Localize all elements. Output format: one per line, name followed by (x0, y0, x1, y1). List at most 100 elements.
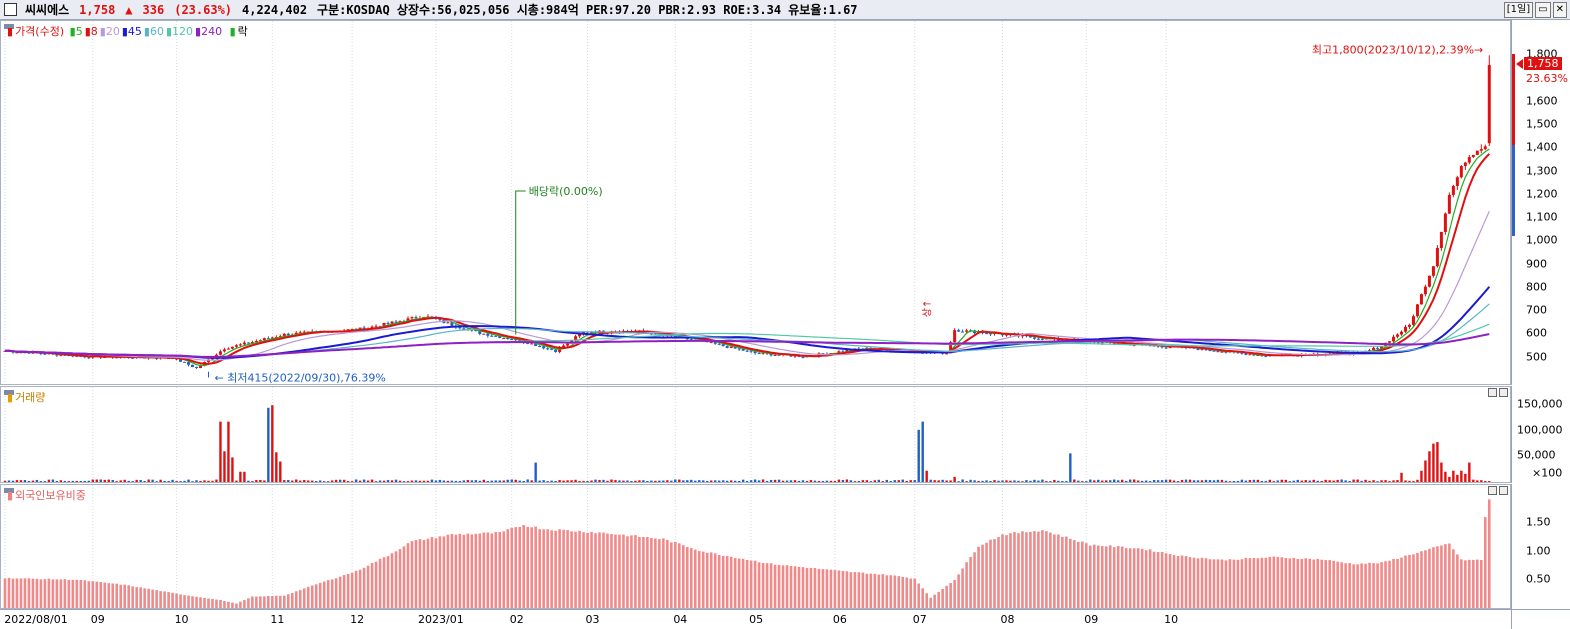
foreign-bar (227, 601, 230, 608)
volume-bar (534, 462, 537, 482)
volume-bar (470, 480, 474, 482)
foreign-bar (474, 533, 478, 608)
volume-tick-label: 100,000 (1517, 423, 1563, 437)
volume-bar (203, 480, 206, 482)
foreign-bar (434, 538, 438, 608)
volume-bar (291, 480, 294, 482)
volume-bar (1132, 479, 1136, 482)
foreign-bar (482, 532, 486, 608)
volume-bar (1121, 479, 1124, 482)
volume-bar (674, 479, 677, 482)
volume-bar (1256, 479, 1260, 482)
foreign-bar (546, 529, 549, 608)
candle (1483, 144, 1487, 151)
period-button[interactable]: [1일] (1503, 2, 1534, 18)
volume-bar (187, 479, 190, 482)
volume-bar (1025, 480, 1028, 482)
foreign-bar (1256, 558, 1260, 608)
volume-bar (119, 480, 122, 482)
foreign-bar (127, 585, 130, 608)
foreign-bar (211, 598, 214, 608)
volume-bar (901, 479, 904, 482)
foreign-bar (562, 529, 565, 608)
price-tick-label: 1,400 (1526, 140, 1558, 154)
foreign-bar (550, 530, 553, 608)
volume-bar (430, 479, 434, 482)
volume-bar (1144, 480, 1148, 482)
volume-bar (490, 480, 493, 482)
foreign-bar (1156, 552, 1160, 608)
foreign-bar (1396, 558, 1399, 608)
volume-bar (550, 480, 553, 482)
candle (1435, 245, 1439, 268)
foreign-bar (1356, 564, 1359, 608)
volume-bar (1172, 480, 1176, 482)
volume-bar (670, 480, 673, 482)
volume-bar (1288, 481, 1291, 482)
volume-bar (1117, 480, 1120, 482)
volume-bar (1272, 481, 1276, 482)
foreign-bar (410, 541, 414, 608)
panel-minimize-icon[interactable] (1488, 486, 1497, 495)
foreign-legend: ▮ 외국인보유비중 (7, 489, 86, 502)
foreign-bar (701, 551, 705, 608)
foreign-bar (721, 555, 725, 608)
minimize-icon[interactable]: ▭ (1535, 2, 1551, 18)
volume-bar (570, 480, 573, 482)
panel-close-icon[interactable] (1499, 486, 1508, 495)
volume-bar (805, 481, 809, 482)
panel-minimize-icon[interactable] (1488, 388, 1497, 397)
candle (1372, 346, 1376, 351)
volume-bar (1180, 479, 1184, 482)
volume-legend: ▮ 거래량 (7, 391, 46, 404)
foreign-bar (1013, 532, 1016, 608)
foreign-bar (1400, 557, 1403, 608)
volume-bar (965, 481, 968, 482)
volume-bar (1041, 479, 1044, 482)
legend-ma-list: ▮5 ▮8 ▮20 ▮45 ▮60 ▮120 ▮240 (70, 25, 224, 38)
foreign-bar (869, 573, 873, 608)
foreign-bar (1360, 563, 1363, 608)
volume-bar (1200, 480, 1204, 482)
legend-ma-20: ▮20 (99, 25, 120, 38)
foreign-bar (582, 532, 585, 608)
volume-bar (446, 480, 450, 482)
volume-bar (745, 481, 749, 482)
volume-bar (1316, 480, 1319, 482)
volume-bar (1140, 480, 1144, 482)
volume-bar (1021, 481, 1024, 482)
volume-bar (969, 479, 972, 482)
foreign-bar (111, 583, 115, 608)
volume-bar (634, 480, 637, 482)
close-icon[interactable]: ✕ (1552, 2, 1567, 18)
volume-bar (510, 479, 513, 482)
volume-bar (1260, 480, 1264, 482)
volume-bar (1037, 480, 1040, 482)
foreign-bar (670, 542, 673, 608)
volume-bar (7, 480, 11, 482)
volume-bar (977, 480, 980, 482)
volume-bar (773, 479, 777, 482)
foreign-bar (334, 578, 338, 608)
foreign-bar (1120, 546, 1124, 608)
foreign-bar (63, 579, 67, 608)
price-panel[interactable]: ▮ 가격(수정) ▮5 ▮8 ▮20 ▮45 ▮60 ▮120 ▮240 ▮ 락 최고1,800… (0, 20, 1511, 385)
foreign-bar (402, 546, 406, 608)
foreign-bar (1404, 555, 1407, 608)
foreign-bar (263, 596, 266, 608)
volume-bar (526, 479, 529, 482)
candle (1423, 284, 1427, 297)
panel-close-icon[interactable] (1499, 388, 1508, 397)
foreign-panel[interactable]: ▮ 외국인보유비중 (0, 484, 1511, 609)
volume-panel[interactable]: ▮ 거래량 (0, 386, 1511, 483)
volume-bar (207, 480, 210, 482)
volume-bar (1348, 481, 1351, 482)
volume-bar (279, 461, 282, 482)
foreign-bar (322, 581, 326, 608)
select-checkbox[interactable] (4, 3, 17, 16)
candle (1032, 337, 1036, 340)
foreign-bar (143, 588, 146, 608)
foreign-bar (1045, 531, 1048, 608)
candle (1447, 192, 1451, 215)
foreign-bar (765, 563, 769, 608)
